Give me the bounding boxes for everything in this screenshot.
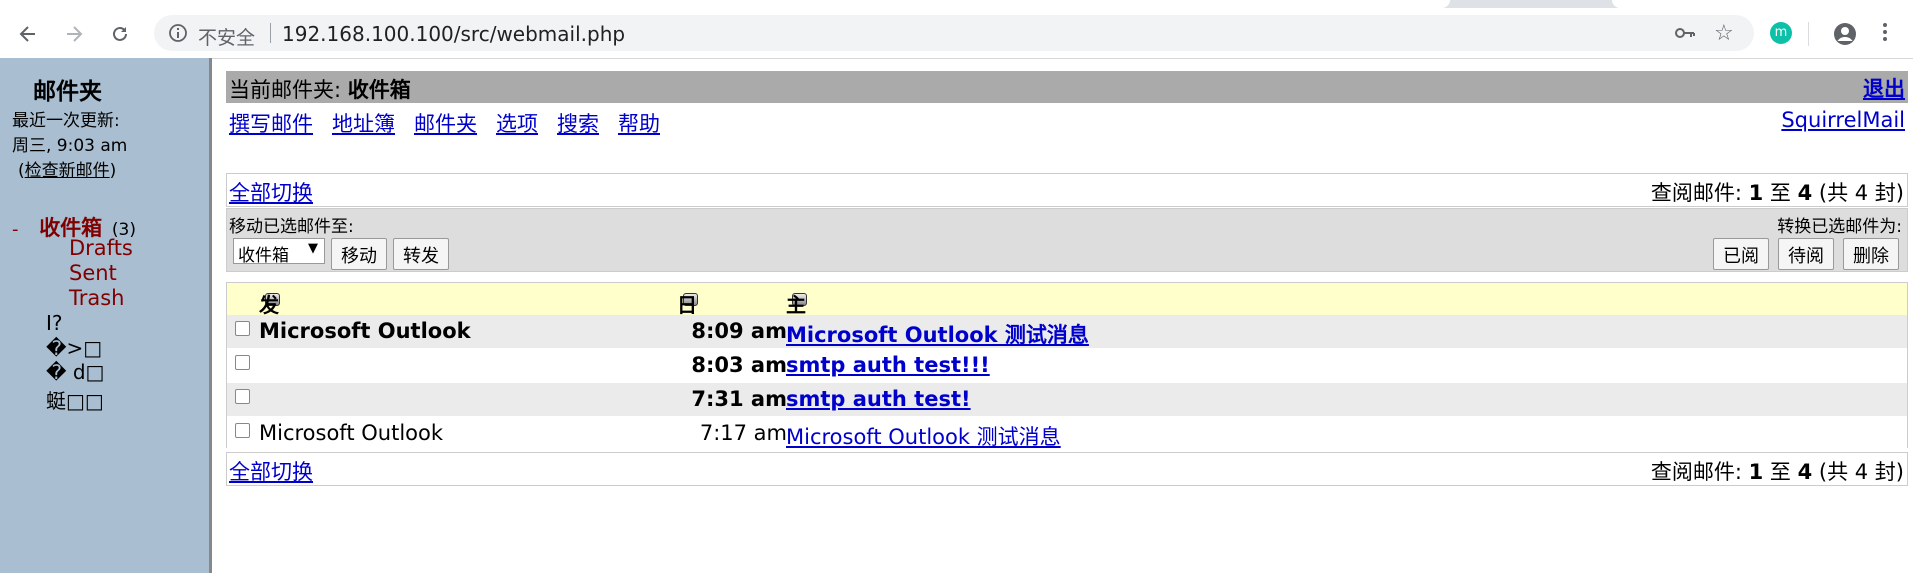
move-label: 移动已选邮件至: bbox=[229, 217, 354, 237]
message-date: 8:03 am bbox=[691, 353, 787, 377]
squirrelmail-link[interactable]: SquirrelMail bbox=[1781, 108, 1905, 132]
last-update-label: 最近一次更新: bbox=[12, 111, 120, 131]
current-folder-label: 当前邮件夹: 收件箱 bbox=[229, 78, 411, 102]
current-folder-name: 收件箱 bbox=[347, 78, 411, 102]
key-icon[interactable] bbox=[1674, 23, 1696, 47]
nav-addresses[interactable]: 地址簿 bbox=[332, 112, 395, 136]
url-text[interactable]: 192.168.100.100/src/webmail.php bbox=[282, 22, 625, 46]
nav-folders[interactable]: 邮件夹 bbox=[414, 112, 477, 136]
top-toggle-bar: 全部切换 查阅邮件: 1 至 4 (共 4 封) bbox=[226, 173, 1908, 207]
view-range: 查阅邮件: 1 至 4 (共 4 封) bbox=[1650, 460, 1904, 484]
bookmark-star-icon[interactable]: ☆ bbox=[1714, 21, 1734, 46]
sidebar-title: 邮件夹 bbox=[33, 79, 102, 105]
address-bar[interactable]: 不安全 192.168.100.100/src/webmail.php ☆ bbox=[154, 15, 1754, 51]
message-from: Microsoft Outlook bbox=[259, 421, 444, 445]
folder-link-garbled-1[interactable]: I? bbox=[46, 311, 63, 335]
profile-avatar-icon[interactable] bbox=[1833, 22, 1857, 46]
toolbar-separator bbox=[1808, 22, 1809, 46]
table-row[interactable]: Microsoft Outlook 8:09 am Microsoft Outl… bbox=[227, 315, 1907, 349]
dropdown-arrow-icon: ▼ bbox=[308, 241, 318, 256]
logout-link[interactable]: 退出 bbox=[1863, 73, 1905, 103]
table-row[interactable]: 7:31 am smtp auth test! bbox=[227, 383, 1907, 417]
nav-help[interactable]: 帮助 bbox=[618, 112, 660, 136]
row-checkbox[interactable] bbox=[235, 389, 250, 404]
top-nav: 撰写邮件 地址簿 邮件夹 选项 搜索 帮助 bbox=[229, 108, 679, 138]
browser-toolbar: 不安全 192.168.100.100/src/webmail.php ☆ m bbox=[0, 8, 1913, 59]
folder-link-garbled-4[interactable]: 蜓□□ bbox=[46, 385, 104, 414]
column-from[interactable]: 发件人 bbox=[259, 286, 280, 375]
message-date: 7:17 am bbox=[699, 421, 787, 445]
new-tab-area[interactable] bbox=[1612, 0, 1913, 8]
table-row[interactable]: 8:03 am smtp auth test!!! bbox=[227, 349, 1907, 383]
nav-options[interactable]: 选项 bbox=[496, 112, 538, 136]
current-folder-bar: 当前邮件夹: 收件箱 退出 bbox=[226, 71, 1908, 103]
check-mail: (检查新邮件) bbox=[18, 161, 117, 181]
check-new-mail-link[interactable]: 检查新邮件 bbox=[25, 161, 110, 181]
message-subject-link[interactable]: smtp auth test! bbox=[786, 387, 971, 411]
back-icon[interactable] bbox=[12, 18, 44, 50]
tab-strip bbox=[0, 0, 1913, 8]
mark-unread-button[interactable]: 待阅 bbox=[1778, 238, 1834, 270]
webmail-page: 邮件夹 最近一次更新: 周三, 9:03 am (检查新邮件) - 收件箱 (3… bbox=[0, 58, 1913, 573]
table-row[interactable]: Microsoft Outlook 7:17 am Microsoft Outl… bbox=[227, 417, 1907, 451]
row-checkbox[interactable] bbox=[235, 355, 250, 370]
move-bar: 移动已选邮件至: 收件箱 ▼ 移动 转发 转换已选邮件为: 已阅 待阅 删除 bbox=[226, 208, 1908, 272]
browser-menu-icon[interactable] bbox=[1880, 20, 1890, 48]
message-subject-link[interactable]: Microsoft Outlook 测试消息 bbox=[786, 421, 1061, 451]
folder-link-drafts[interactable]: Drafts bbox=[69, 236, 133, 260]
message-list: 发件人 日期 主题 Microsoft Outlook 8:09 am Micr… bbox=[226, 282, 1908, 451]
message-subject-link[interactable]: Microsoft Outlook 测试消息 bbox=[786, 319, 1089, 349]
security-label: 不安全 bbox=[198, 27, 256, 49]
folder-sidebar: 邮件夹 最近一次更新: 周三, 9:03 am (检查新邮件) - 收件箱 (3… bbox=[0, 58, 212, 573]
column-subject[interactable]: 主题 bbox=[786, 286, 807, 346]
row-checkbox[interactable] bbox=[235, 321, 250, 336]
column-date[interactable]: 日期 bbox=[677, 286, 698, 346]
message-list-header: 发件人 日期 主题 bbox=[227, 283, 1907, 375]
toggle-all-link[interactable]: 全部切换 bbox=[229, 177, 313, 207]
forward-button[interactable]: 转发 bbox=[393, 238, 449, 270]
address-separator bbox=[270, 23, 271, 43]
move-button[interactable]: 移动 bbox=[331, 238, 387, 270]
convert-label: 转换已选邮件为: bbox=[1777, 217, 1902, 237]
message-from: Microsoft Outlook bbox=[259, 319, 471, 343]
row-checkbox[interactable] bbox=[235, 423, 250, 438]
folder-link-sent[interactable]: Sent bbox=[69, 261, 117, 285]
folder-link-trash[interactable]: Trash bbox=[69, 286, 125, 310]
message-subject-link[interactable]: smtp auth test!!! bbox=[786, 353, 990, 377]
collapse-toggle[interactable]: - bbox=[12, 219, 19, 240]
reload-icon[interactable] bbox=[104, 18, 136, 50]
toggle-all-link[interactable]: 全部切换 bbox=[229, 456, 313, 486]
folder-link-garbled-2[interactable]: �>□ bbox=[46, 336, 102, 360]
last-update-time: 周三, 9:03 am bbox=[12, 136, 128, 156]
forward-icon[interactable] bbox=[58, 18, 90, 50]
message-date: 8:09 am bbox=[691, 319, 787, 343]
view-range: 查阅邮件: 1 至 4 (共 4 封) bbox=[1650, 181, 1904, 205]
move-target-select[interactable]: 收件箱 ▼ bbox=[233, 238, 325, 266]
extension-icon[interactable]: m bbox=[1770, 22, 1792, 44]
info-icon[interactable] bbox=[168, 23, 188, 43]
folder-link-garbled-3[interactable]: � d□ bbox=[46, 360, 104, 384]
delete-button[interactable]: 删除 bbox=[1843, 238, 1899, 270]
mark-read-button[interactable]: 已阅 bbox=[1713, 238, 1769, 270]
nav-compose[interactable]: 撰写邮件 bbox=[229, 112, 313, 136]
message-date: 7:31 am bbox=[691, 387, 787, 411]
active-tab[interactable] bbox=[0, 0, 1450, 8]
bottom-toggle-bar: 全部切换 查阅邮件: 1 至 4 (共 4 封) bbox=[226, 452, 1908, 486]
nav-search[interactable]: 搜索 bbox=[557, 112, 599, 136]
